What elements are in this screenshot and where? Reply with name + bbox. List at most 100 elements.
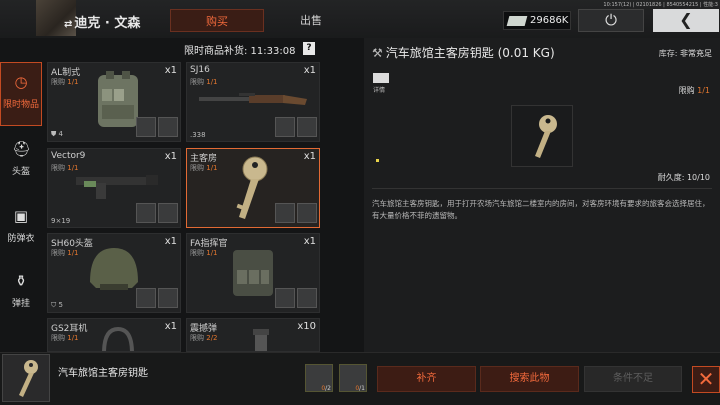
item-card-al[interactable]: AL制式 x1 限购 1/1 ⛊ 4: [47, 62, 181, 142]
attachment-slot: [158, 203, 178, 223]
back-button[interactable]: ❮: [653, 9, 719, 32]
currency-amount: 29686K: [530, 15, 569, 26]
vest-icon: ▣: [13, 207, 29, 225]
swap-icon[interactable]: ⇄: [64, 19, 72, 30]
caliber: 9×19: [51, 217, 71, 225]
category-rig[interactable]: ⚱ 弹挂: [0, 262, 42, 326]
item-card-flashbang[interactable]: 震撼弹 x10 限购 2/2: [186, 318, 320, 352]
item-qty: x1: [303, 65, 316, 76]
helmet-art: [90, 248, 138, 290]
close-button[interactable]: ✕: [692, 366, 720, 393]
helmet-icon: ⛑: [12, 140, 32, 158]
item-qty: x1: [164, 65, 177, 76]
selected-item-name: 汽车旅馆主客房钥匙: [58, 368, 148, 379]
item-card-gs2[interactable]: GS2耳机 x1 限购 1/1: [47, 318, 181, 352]
item-limit: 限购 1/1: [51, 78, 79, 86]
attachment-slot: [158, 117, 178, 137]
insufficient-button[interactable]: 条件不足: [584, 366, 682, 392]
category-limited[interactable]: ◷ 限时物品: [0, 62, 42, 126]
attachment-slot: [136, 203, 156, 223]
wrench-icon: ⚒: [372, 46, 383, 60]
power-icon: ⏻: [605, 11, 617, 29]
close-icon: ✕: [697, 367, 715, 391]
key-icon: [19, 360, 38, 397]
category-helmet[interactable]: ⛑ 头盔: [0, 130, 42, 194]
item-limit: 限购 1/1: [190, 78, 218, 86]
detail-title: ⚒ 汽车旅馆主客房钥匙 (0.01 KG): [372, 44, 555, 61]
player-name-label: 迪克 · 文森: [74, 16, 141, 31]
requirement-slot[interactable]: 0/1: [339, 364, 367, 392]
requirement-count: 0/2: [321, 385, 331, 392]
attachment-slot: [275, 117, 295, 137]
key-art: [236, 156, 268, 219]
stock-status: 库存: 非常充足: [658, 49, 712, 58]
item-detail-panel: ⚒ 汽车旅馆主客房钥匙 (0.01 KG) 库存: 非常充足 详情 限购 1/1 …: [364, 38, 720, 352]
item-card-sh60[interactable]: SH60头盔 x1 限购 1/1 ⛉ 5: [47, 233, 181, 313]
info-icon[interactable]: [373, 73, 389, 83]
search-item-button[interactable]: 搜索此物: [480, 366, 579, 392]
divider: [372, 188, 712, 189]
help-icon[interactable]: ?: [303, 42, 315, 55]
tab-buy[interactable]: 购买: [170, 9, 264, 32]
item-qty: x1: [303, 151, 316, 162]
rig-icon: ⚱: [14, 272, 28, 290]
item-limit: 限购 1/1: [190, 249, 218, 257]
item-name: Vector9: [51, 151, 86, 161]
category-label: 限时物品: [2, 100, 39, 110]
smg-art: [76, 175, 158, 199]
requirement-slot[interactable]: 0/2: [305, 364, 333, 392]
restock-button[interactable]: 补齐: [377, 366, 476, 392]
cash-icon: [506, 16, 528, 26]
category-label: 防弹衣: [7, 234, 35, 244]
detail-item-image: [511, 105, 573, 167]
item-card-vector9[interactable]: Vector9 x1 限购 1/1 9×19: [47, 148, 181, 228]
durability: 耐久度: 10/10: [657, 173, 710, 182]
item-card-room-key[interactable]: 主客房 x1 限购 1/1: [186, 148, 320, 228]
headset-art: [102, 326, 134, 351]
item-qty: x1: [303, 236, 316, 247]
bottom-action-bar: 汽车旅馆主客房钥匙 0/2 0/1 补齐 搜索此物 条件不足 ✕: [0, 352, 720, 405]
item-qty: x10: [297, 321, 316, 332]
clock-icon: ◷: [14, 73, 28, 91]
rifle-art: [199, 93, 307, 105]
item-limit: 限购 1/1: [51, 164, 79, 172]
indicator-dot: [376, 159, 379, 162]
detail-limit: 限购 1/1: [678, 86, 710, 95]
category-vest[interactable]: ▣ 防弹衣: [0, 197, 42, 261]
item-card-sj16[interactable]: SJ16 x1 限购 1/1 .338: [186, 62, 320, 142]
category-sidebar: ◷ 限时物品 ⛑ 头盔 ▣ 防弹衣 ⚱ 弹挂: [0, 62, 42, 354]
grenade-art: [253, 329, 269, 351]
item-name: SJ16: [190, 65, 210, 75]
rig-art: [233, 250, 273, 296]
requirement-count: 0/1: [355, 385, 365, 392]
tab-sell[interactable]: 出售: [264, 9, 358, 32]
item-qty: x1: [164, 151, 177, 162]
caliber: .338: [190, 131, 206, 139]
item-limit: 限购 2/2: [190, 334, 218, 342]
attachment-slot: [297, 288, 317, 308]
attachment-slot: [297, 203, 317, 223]
category-label: 弹挂: [11, 299, 30, 309]
attachment-slot: [275, 288, 295, 308]
category-label: 头盔: [11, 167, 30, 177]
player-name: ⇄ 迪克 · 文森: [64, 12, 140, 31]
armor-level: ⛉ 5: [51, 301, 63, 309]
item-qty: x1: [164, 236, 177, 247]
power-button[interactable]: ⏻: [578, 9, 644, 32]
item-limit: 限购 1/1: [51, 249, 79, 257]
item-card-fa[interactable]: FA指挥官 x1 限购 1/1: [186, 233, 320, 313]
top-bar: ⇄ 迪克 · 文森 购买 出售 10:157(12) | 02101826 | 8…: [0, 0, 720, 38]
system-info: 10:157(12) | 02101826 | 8540554215 | 性能:…: [603, 2, 718, 8]
item-limit: 限购 1/1: [190, 164, 218, 172]
attachment-slot: [275, 203, 295, 223]
currency-display: 29686K: [503, 11, 571, 30]
detail-title-text: 汽车旅馆主客房钥匙 (0.01 KG): [385, 46, 555, 60]
attachment-slot: [136, 117, 156, 137]
key-icon: [535, 115, 557, 158]
restock-timer: 限时商品补货: 11:33:08: [184, 46, 296, 57]
attachment-slot: [297, 117, 317, 137]
selected-item-thumb: [2, 354, 50, 402]
item-qty: x1: [164, 321, 177, 332]
info-label: 详情: [373, 87, 386, 94]
armor-level: ⛊ 4: [51, 130, 63, 138]
